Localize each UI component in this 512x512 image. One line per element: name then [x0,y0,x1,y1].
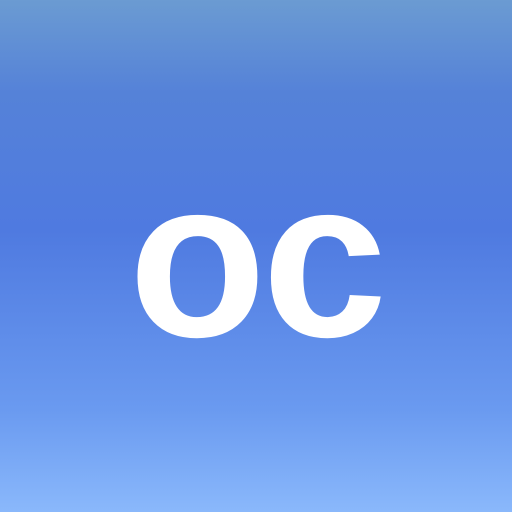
app-icon-monogram: oc [128,131,388,384]
app-icon-tile[interactable]: oc [0,0,512,512]
